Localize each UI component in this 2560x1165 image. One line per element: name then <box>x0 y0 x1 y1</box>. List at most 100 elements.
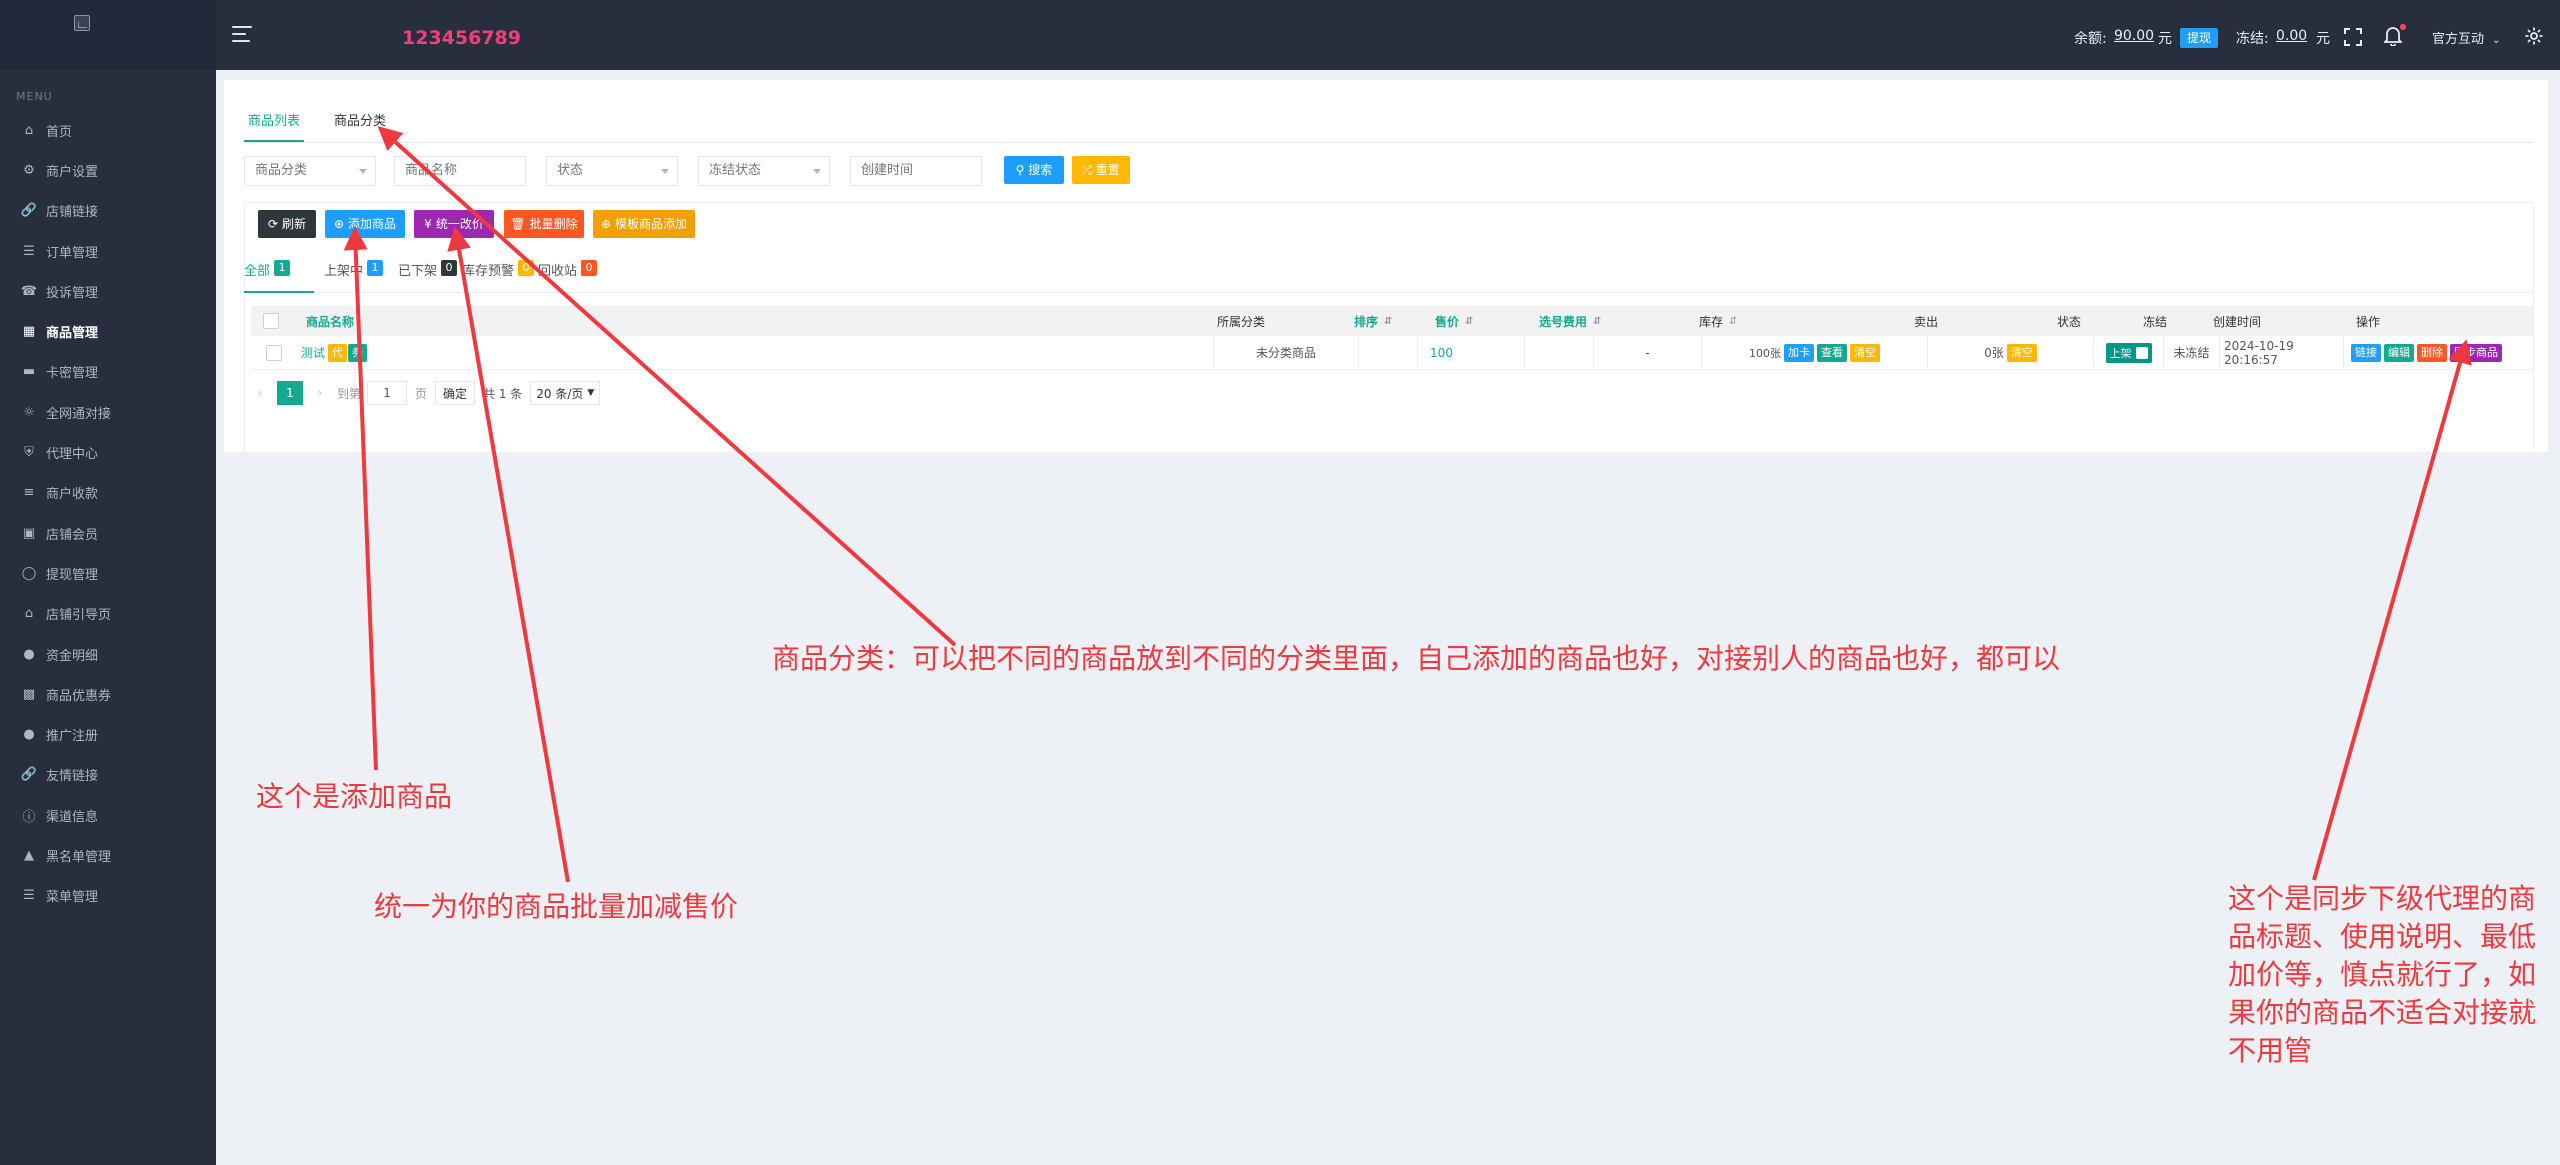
reset-button[interactable]: ⤮ 重置 <box>1072 156 1130 184</box>
sort-cell: 100 <box>1358 336 1524 369</box>
sidebar-item[interactable]: ☎ 投诉管理 <box>0 271 216 311</box>
unify-price-button[interactable]: ¥ 统一改价 <box>414 210 494 238</box>
edit-button[interactable]: 编辑 <box>2384 343 2414 362</box>
page-tabs: 商品列表 商品分类 <box>244 110 416 142</box>
stock-view-button[interactable]: 查看 <box>1817 343 1847 362</box>
select-all-checkbox[interactable] <box>263 313 279 329</box>
row-checkbox[interactable] <box>266 344 282 361</box>
plus-circle-icon: ⊕ <box>333 217 345 231</box>
frozen-cell: 未冻结 <box>2163 336 2219 369</box>
sidebar-item[interactable]: ⌂ 店铺引导页 <box>0 594 216 634</box>
sidebar-item[interactable]: ≡ 商户收款 <box>0 473 216 513</box>
sidebar-item[interactable]: ◯ 提现管理 <box>0 553 216 593</box>
col-sort[interactable]: 排序 ⇵ <box>1354 306 1392 336</box>
status-switch[interactable]: 上架 <box>2105 342 2152 363</box>
col-frozen: 冻结 <box>2143 314 2168 329</box>
sidebar-item[interactable]: 🔗 友情链接 <box>0 755 216 795</box>
tab-product-list[interactable]: 商品列表 <box>244 110 305 142</box>
sidebar-item-label: 资金明细 <box>46 648 99 664</box>
logo-image[interactable] <box>74 15 90 31</box>
sidebar-item-label: 商品优惠券 <box>46 688 112 704</box>
status-tab-label: 全部 <box>244 264 271 279</box>
category-select[interactable]: 商品分类 <box>244 156 376 186</box>
sidebar-item[interactable]: ● 资金明细 <box>0 634 216 674</box>
fullscreen-icon[interactable] <box>2344 28 2362 46</box>
status-select-value: 状态 <box>557 163 584 178</box>
sort-icon: ⇵ <box>1384 315 1393 327</box>
delete-button[interactable]: 删除 <box>2417 343 2447 362</box>
withdraw-button[interactable]: 提现 <box>2180 28 2218 48</box>
sidebar-item-label: 菜单管理 <box>46 890 99 906</box>
sidebar-item[interactable]: ● 推广注册 <box>0 714 216 754</box>
link-button[interactable]: 链接 <box>2351 343 2381 362</box>
created-time-input[interactable]: 创建时间 <box>850 156 982 186</box>
sidebar-item[interactable]: ▦ 商品管理 <box>0 311 216 351</box>
sold-clear-button[interactable]: 清空 <box>2006 343 2037 362</box>
sidebar-item[interactable]: 🔗 店铺链接 <box>0 191 216 231</box>
stock-cell: 100张 加卡 查看 清空 <box>1701 336 1927 369</box>
tab-product-category[interactable]: 商品分类 <box>330 110 390 142</box>
status-tab[interactable]: 库存预警 0 <box>462 260 535 290</box>
page-size-select[interactable]: 20 条/页 ▼ <box>530 381 601 405</box>
page-input[interactable]: 1 <box>367 381 408 405</box>
col-stock[interactable]: 库存 ⇵ <box>1699 306 1737 336</box>
next-page-icon[interactable]: › <box>311 381 329 405</box>
batch-delete-button[interactable]: 🗑 批量删除 <box>504 210 584 238</box>
col-fee[interactable]: 选号费用 ⇵ <box>1539 306 1601 336</box>
annotation-sync-line: 这个是同步下级代理的商 <box>2228 882 2537 915</box>
sidebar-item-label: 全网通对接 <box>46 406 112 422</box>
prev-page-icon[interactable]: ‹ <box>251 381 269 405</box>
stock-add-button[interactable]: 加卡 <box>1784 343 1814 362</box>
product-card: 商品列表 商品分类 商品分类 商品名称 状态 冻结状态 创建时间 ⚲ 搜索 ⤮ … <box>224 80 2548 472</box>
sidebar-item[interactable]: ⌂ 首页 <box>0 110 216 150</box>
stock-clear-button[interactable]: 清空 <box>1850 343 1880 362</box>
product-name-link[interactable]: 测试 <box>301 344 325 361</box>
product-name-cell: 测试 代 券 <box>297 336 1213 369</box>
gear-icon: ⚙ <box>23 162 35 178</box>
status-select[interactable]: 状态 <box>546 156 678 186</box>
sidebar-item[interactable]: ☰ 菜单管理 <box>0 876 216 916</box>
annotation-category: 商品分类：可以把不同的商品放到不同的分类里面，自己添加的商品也好，对接别人的商品… <box>772 642 2061 675</box>
frozen-select[interactable]: 冻结状态 <box>698 156 830 186</box>
search-button-label: 搜索 <box>1028 163 1053 177</box>
menu-toggle-icon[interactable] <box>232 26 252 44</box>
sync-product-button[interactable]: 同步商品 <box>2450 343 2502 362</box>
sidebar-item[interactable]: ⓘ 渠道信息 <box>0 795 216 835</box>
status-tab[interactable]: 全部 1 <box>244 260 291 290</box>
sidebar-item[interactable]: ▲ 黑名单管理 <box>0 835 216 875</box>
sidebar-item[interactable]: ▬ 卡密管理 <box>0 352 216 392</box>
balance-label: 余额: <box>2074 31 2107 47</box>
status-tab[interactable]: 已下架 0 <box>398 260 458 290</box>
sidebar-item[interactable]: ⚙ 商户设置 <box>0 150 216 190</box>
home-icon: ⌂ <box>24 606 34 622</box>
annotation-sync-line: 果你的商品不适合对接就 <box>2228 996 2537 1029</box>
settings-gear-icon[interactable] <box>2524 26 2544 46</box>
user-menu[interactable]: 官方互动 ⌄ <box>2432 28 2501 47</box>
plus-circle-icon: ⊕ <box>600 217 612 231</box>
actions-cell: 链接 编辑 删除 同步商品 <box>2343 336 2533 369</box>
sidebar-item[interactable]: ☼ 全网通对接 <box>0 392 216 432</box>
sidebar-item[interactable]: ▩ 商品优惠券 <box>0 674 216 714</box>
col-price[interactable]: 售价 ⇵ <box>1435 306 1473 336</box>
balance-value: 90.00 <box>2114 28 2155 44</box>
sidebar-item[interactable]: ⛨ 代理中心 <box>0 432 216 472</box>
notification-dot <box>2400 24 2406 30</box>
sidebar-item[interactable]: ▣ 店铺会员 <box>0 513 216 553</box>
sidebar-item[interactable]: ☰ 订单管理 <box>0 231 216 271</box>
cash-icon: ≡ <box>23 485 35 501</box>
search-button[interactable]: ⚲ 搜索 <box>1004 156 1064 184</box>
name-input[interactable]: 商品名称 <box>394 156 526 186</box>
sidebar-item-label: 卡密管理 <box>46 366 99 382</box>
sidebar-item-label: 店铺引导页 <box>46 608 112 624</box>
confirm-page-button[interactable]: 确定 <box>435 381 476 405</box>
refresh-button[interactable]: ⟳ 刷新 <box>258 210 316 238</box>
frozen-select-value: 冻结状态 <box>709 163 762 178</box>
search-icon: ⚲ <box>1015 163 1025 177</box>
status-tab[interactable]: 回收站 0 <box>538 260 598 290</box>
status-tab[interactable]: 上架中 1 <box>324 260 384 290</box>
sort-price-divider <box>1417 336 1426 369</box>
template-add-button[interactable]: ⊕ 模板商品添加 <box>593 210 695 238</box>
add-product-button[interactable]: ⊕ 添加商品 <box>325 210 405 238</box>
bell-icon[interactable] <box>2384 26 2402 46</box>
current-page[interactable]: 1 <box>277 381 303 405</box>
